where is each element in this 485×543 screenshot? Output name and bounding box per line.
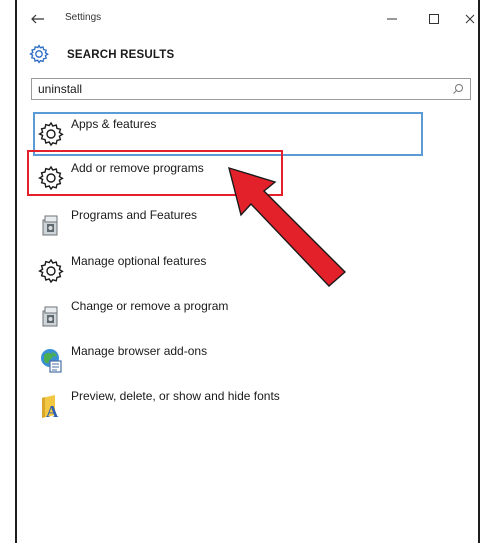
result-label: Manage optional features — [71, 254, 207, 268]
gear-icon — [38, 258, 64, 284]
settings-gear-icon — [29, 44, 49, 64]
title-bar: Settings — [17, 0, 478, 40]
search-box — [31, 78, 471, 100]
result-add-remove-programs[interactable]: Add or remove programs — [35, 157, 415, 197]
control-panel-programs-icon — [42, 306, 58, 327]
fonts-folder-icon: A — [42, 395, 59, 421]
result-label: Apps & features — [71, 117, 157, 131]
gear-icon — [38, 165, 64, 191]
result-manage-optional-features[interactable]: Manage optional features — [35, 250, 415, 290]
maximize-button[interactable] — [423, 8, 445, 30]
search-input[interactable] — [32, 79, 448, 99]
window-title: Settings — [65, 12, 102, 23]
page-title: SEARCH RESULTS — [67, 49, 175, 61]
result-apps-features[interactable]: Apps & features — [35, 113, 415, 153]
result-change-remove-program[interactable]: Change or remove a program — [35, 295, 415, 335]
result-programs-and-features[interactable]: Programs and Features — [35, 204, 415, 244]
result-preview-fonts[interactable]: A Preview, delete, or show and hide font… — [35, 385, 415, 425]
settings-window: Settings SEARCH RESULTS uninstall Apps &… — [15, 0, 480, 543]
close-button[interactable] — [459, 8, 481, 30]
back-arrow-icon[interactable] — [29, 10, 47, 28]
result-label: Preview, delete, or show and hide fonts — [71, 389, 280, 403]
gear-icon — [38, 121, 64, 147]
result-manage-browser-addons[interactable]: Manage browser add-ons — [35, 340, 415, 380]
result-label: Manage browser add-ons — [71, 344, 208, 358]
result-label: Add or remove programs — [71, 161, 204, 175]
search-icon[interactable] — [452, 83, 464, 95]
svg-text:A: A — [46, 402, 59, 421]
page-header: SEARCH RESULTS — [17, 42, 478, 72]
result-label: Programs and Features — [71, 208, 198, 222]
control-panel-programs-icon — [42, 215, 58, 236]
internet-options-icon — [41, 349, 62, 373]
result-label: Change or remove a program — [71, 299, 229, 313]
minimize-button[interactable] — [381, 8, 403, 30]
